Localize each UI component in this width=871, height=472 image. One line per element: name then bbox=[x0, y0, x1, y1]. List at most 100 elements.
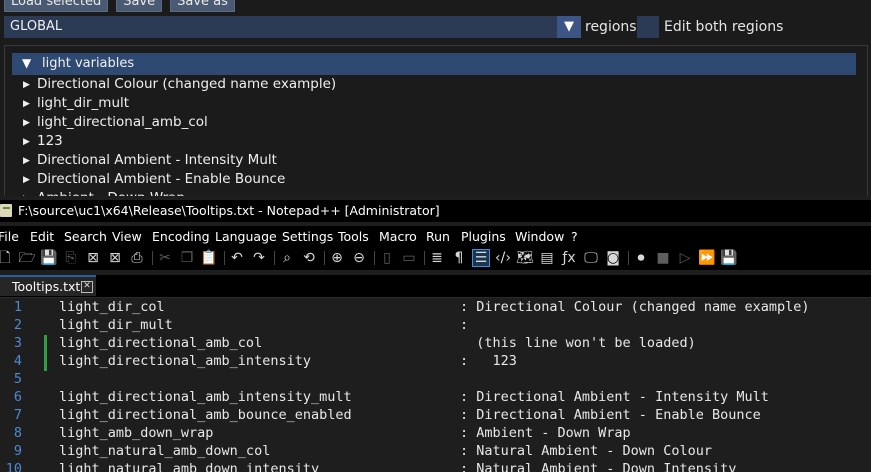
tree-item[interactable]: ▶ light_directional_amb_col bbox=[23, 114, 208, 133]
save-as-button[interactable]: Save as bbox=[170, 0, 235, 12]
variables-tree-panel: ▼ light variables ▶ Directional Colour (c… bbox=[4, 45, 868, 196]
code-line[interactable]: 3 light_directional_amb_col (this line wo… bbox=[0, 335, 871, 353]
edit-both-regions-checkbox[interactable] bbox=[637, 16, 659, 38]
undo-icon[interactable]: ↶ bbox=[228, 249, 246, 267]
code-line[interactable]: 5 bbox=[0, 371, 871, 389]
code-line[interactable]: 8 light_amb_down_wrap: Ambient - Down Wra… bbox=[0, 425, 871, 443]
expand-arrow-icon[interactable]: ▶ bbox=[23, 118, 37, 128]
code-line[interactable]: 7 light_directional_amb_bounce_enabled: D… bbox=[0, 407, 871, 425]
line-key-text: light_amb_down_wrap bbox=[59, 425, 214, 441]
copy-icon[interactable]: ❐ bbox=[178, 249, 196, 267]
line-value-text: : Directional Ambient - Enable Bounce bbox=[460, 407, 761, 423]
code-line[interactable]: 1 light_dir_col: Directional Colour (chan… bbox=[0, 299, 871, 317]
zoom-in-icon[interactable]: ⊕ bbox=[328, 249, 346, 267]
close-all-icon[interactable]: ⊠ bbox=[106, 249, 124, 267]
print-icon[interactable]: ⎙ bbox=[128, 249, 146, 267]
menu-item[interactable]: Run bbox=[426, 229, 450, 244]
text-editor[interactable]: 1 light_dir_col: Directional Colour (chan… bbox=[0, 298, 871, 472]
dropdown-arrow-icon[interactable]: ▼ bbox=[557, 16, 581, 38]
function-list-icon[interactable]: ƒx bbox=[560, 249, 578, 267]
toolbar-separator bbox=[224, 251, 225, 265]
line-key-text: light_directional_amb_bounce_enabled bbox=[59, 407, 352, 423]
menu-item[interactable]: Settings bbox=[282, 229, 333, 244]
code-line[interactable]: 4 light_directional_amb_intensity: 123 bbox=[0, 353, 871, 371]
save-macro-icon[interactable]: 💾 bbox=[720, 249, 738, 267]
sync-horizontal-icon[interactable]: ▭ bbox=[400, 249, 418, 267]
new-file-icon[interactable]: 🗋 bbox=[0, 249, 14, 267]
line-value-text: : Ambient - Down Wrap bbox=[460, 425, 631, 441]
save-all-icon[interactable]: ⎘ bbox=[62, 249, 80, 267]
line-number: 6 bbox=[13, 389, 22, 405]
close-icon[interactable]: ⊠ bbox=[84, 249, 102, 267]
expand-arrow-icon[interactable]: ▶ bbox=[23, 175, 37, 185]
cut-icon[interactable]: ✂ bbox=[156, 249, 174, 267]
save-button[interactable]: Save bbox=[116, 0, 163, 12]
show-all-chars-icon[interactable]: ¶ bbox=[450, 249, 468, 267]
word-wrap-icon[interactable]: ≣ bbox=[428, 249, 446, 267]
find-icon[interactable]: ⌕ bbox=[278, 249, 296, 267]
line-key-text: light_directional_amb_col bbox=[59, 335, 263, 351]
replace-icon[interactable]: ⟲ bbox=[300, 249, 318, 267]
collapse-arrow-icon[interactable]: ▼ bbox=[22, 56, 31, 70]
line-number: 4 bbox=[13, 353, 22, 369]
code-line[interactable]: 2 light_dir_mult: bbox=[0, 317, 871, 335]
indent-guide-icon[interactable]: ☰ bbox=[472, 249, 490, 267]
menu-item[interactable]: Search bbox=[64, 229, 107, 244]
region-select-value: GLOBAL bbox=[10, 19, 63, 34]
load-selected-button[interactable]: Load selected bbox=[4, 0, 109, 12]
change-history-marker bbox=[44, 353, 47, 371]
paste-icon[interactable]: 📋 bbox=[200, 249, 218, 267]
lang-xml-icon[interactable]: ‹/› bbox=[494, 249, 512, 267]
monitor-icon[interactable]: 🖵 bbox=[582, 249, 600, 267]
redo-icon[interactable]: ↷ bbox=[250, 249, 268, 267]
tree-item[interactable]: ▶ Directional Colour (changed name exampl… bbox=[23, 76, 336, 95]
menu-item[interactable]: ? bbox=[571, 229, 578, 244]
region-select[interactable]: GLOBAL ▼ bbox=[4, 16, 581, 38]
window-title: F:\source\uc1\x64\Release\Tooltips.txt -… bbox=[18, 203, 440, 218]
menu-item[interactable]: File bbox=[0, 229, 19, 244]
line-value-text: : Natural Ambient - Down Colour bbox=[460, 443, 712, 459]
menu-item[interactable]: View bbox=[112, 229, 142, 244]
line-value-text: : 123 bbox=[460, 353, 517, 369]
menu-item[interactable]: Plugins bbox=[461, 229, 506, 244]
code-line[interactable]: 6 light_directional_amb_intensity_mult: D… bbox=[0, 389, 871, 407]
window-titlebar: F:\source\uc1\x64\Release\Tooltips.txt -… bbox=[0, 200, 871, 222]
code-line[interactable]: 9 light_natural_amb_down_col: Natural Amb… bbox=[0, 443, 871, 461]
line-key-text: light_dir_col bbox=[59, 299, 165, 315]
expand-arrow-icon[interactable]: ▶ bbox=[23, 156, 37, 166]
menu-item[interactable]: Edit bbox=[30, 229, 54, 244]
expand-arrow-icon[interactable]: ▶ bbox=[23, 137, 37, 147]
screenshot-icon[interactable]: ◙ bbox=[604, 249, 622, 267]
zoom-out-icon[interactable]: ⊖ bbox=[350, 249, 368, 267]
sync-vertical-icon[interactable]: ▯ bbox=[378, 249, 396, 267]
open-file-icon[interactable]: 🗁 bbox=[18, 249, 36, 267]
tree-item[interactable]: ▶ light_dir_mult bbox=[23, 95, 129, 114]
expand-arrow-icon[interactable]: ▶ bbox=[23, 99, 37, 109]
menu-item[interactable]: Macro bbox=[379, 229, 417, 244]
play-macro-multiple-icon[interactable]: ⏩ bbox=[698, 249, 716, 267]
tree-item[interactable]: ▶Ambient - Down Wrap bbox=[23, 190, 185, 196]
tree-item[interactable]: ▶ Directional Ambient - Enable Bounce bbox=[23, 171, 285, 190]
code-line[interactable]: 10 light_natural_amb_down_intensity: Natu… bbox=[0, 461, 871, 472]
menu-item[interactable]: Window bbox=[515, 229, 564, 244]
toolbar-separator bbox=[628, 251, 629, 265]
tab-label: Tooltips.txt bbox=[12, 279, 81, 294]
expand-arrow-icon[interactable]: ▶ bbox=[23, 80, 37, 90]
record-macro-icon[interactable]: ⏺ bbox=[632, 249, 650, 267]
menu-item[interactable]: Tools bbox=[338, 229, 369, 244]
doc-map-icon[interactable]: 🗺 bbox=[516, 249, 534, 267]
toolbar: 🗋 🗁 💾 ⎘ ⊠ ⊠ ⎙ ✂ ❐ 📋 ↶ ↷ ⌕ ⟲ ⊕ ⊖ ▯ ▭ ≣ ¶ ☰ ‹/› 🗺 ▤ ƒx 🖵 ◙ ⏺ ■ ▷ ⏩ 💾 bbox=[0, 246, 871, 270]
close-tab-icon[interactable]: ✕ bbox=[81, 281, 93, 293]
change-history-marker bbox=[44, 335, 47, 353]
folder-workspace-icon[interactable]: ▤ bbox=[538, 249, 556, 267]
expand-arrow-icon[interactable]: ▶ bbox=[23, 194, 37, 196]
menu-item[interactable]: Language bbox=[215, 229, 277, 244]
tree-item[interactable]: ▶ Directional Ambient - Intensity Mult bbox=[23, 152, 277, 171]
tab-tooltips-txt[interactable]: Tooltips.txt ✕ bbox=[0, 275, 96, 296]
play-macro-icon[interactable]: ▷ bbox=[676, 249, 694, 267]
light-variables-header[interactable]: ▼ light variables bbox=[12, 53, 856, 75]
tree-item[interactable]: ▶ 123 bbox=[23, 133, 63, 152]
save-icon[interactable]: 💾 bbox=[40, 249, 58, 267]
stop-macro-icon[interactable]: ■ bbox=[654, 249, 672, 267]
menu-item[interactable]: Encoding bbox=[152, 229, 210, 244]
